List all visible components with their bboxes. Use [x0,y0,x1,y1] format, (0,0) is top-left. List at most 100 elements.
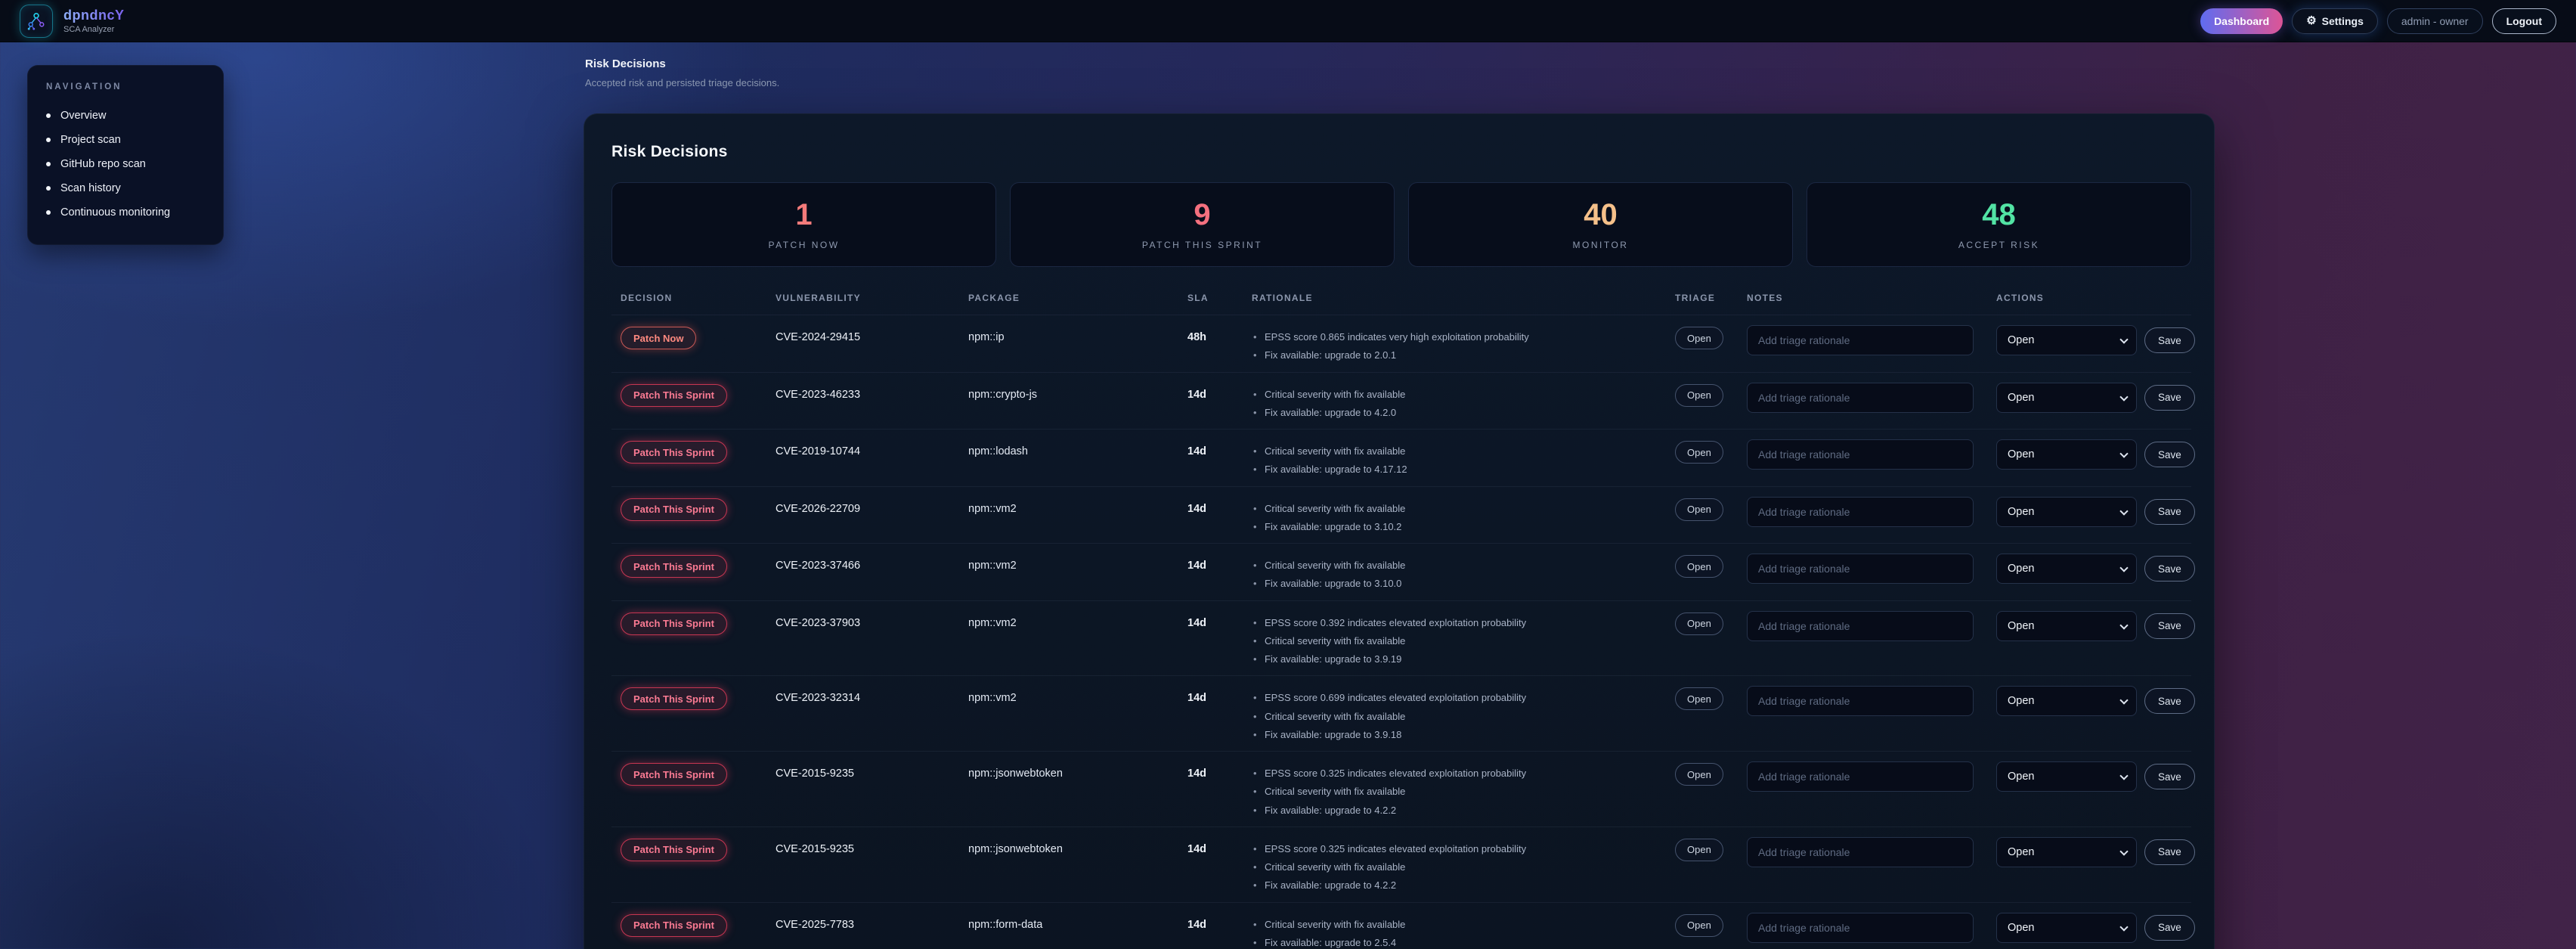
triage-cell: Open [1675,686,1747,710]
save-button[interactable]: Save [2144,499,2195,525]
status-select[interactable]: Open [1996,686,2137,716]
decision-cell: Patch Now [621,325,776,349]
vulnerability-id: CVE-2023-32314 [776,686,968,704]
status-select-wrap: Open [1996,439,2137,470]
decision-badge: Patch This Sprint [621,839,727,861]
sidebar-item-scan-history[interactable]: Scan history [46,176,205,200]
decision-badge: Patch This Sprint [621,763,727,786]
triage-rationale-input[interactable] [1747,611,1974,641]
triage-rationale-input[interactable] [1747,686,1974,716]
status-select[interactable]: Open [1996,439,2137,470]
rationale-item: Critical severity with fix available [1252,389,1675,401]
save-button[interactable]: Save [2144,688,2195,714]
save-button[interactable]: Save [2144,385,2195,411]
triage-rationale-input[interactable] [1747,554,1974,584]
save-button[interactable]: Save [2144,442,2195,467]
package-name: npm::vm2 [968,686,1187,704]
dependency-graph-icon-svg [24,9,48,33]
package-name: npm::vm2 [968,554,1187,572]
save-button[interactable]: Save [2144,556,2195,581]
rationale-item: EPSS score 0.325 indicates elevated expl… [1252,768,1675,780]
vulnerability-id: CVE-2023-46233 [776,383,968,401]
package-name: npm::ip [968,325,1187,343]
save-button[interactable]: Save [2144,915,2195,941]
decision-cell: Patch This Sprint [621,383,776,407]
triage-rationale-input[interactable] [1747,837,1974,867]
triage-rationale-input[interactable] [1747,439,1974,470]
dashboard-button[interactable]: Dashboard [2200,8,2283,34]
actions-cell: Open Save [1996,837,2195,867]
rationale-item: EPSS score 0.392 indicates elevated expl… [1252,617,1675,629]
status-select[interactable]: Open [1996,837,2137,867]
status-select-wrap: Open [1996,325,2137,355]
panel-title: Risk Decisions [611,143,2191,161]
status-select-wrap: Open [1996,761,2137,792]
status-select[interactable]: Open [1996,554,2137,584]
triage-status-badge: Open [1675,613,1723,635]
settings-button[interactable]: ⚙Settings [2292,8,2378,34]
logout-button[interactable]: Logout [2492,8,2556,34]
vulnerability-id: CVE-2023-37903 [776,611,968,629]
rationale-item: EPSS score 0.699 indicates elevated expl… [1252,692,1675,704]
triage-rationale-input[interactable] [1747,761,1974,792]
notes-cell [1747,686,1996,716]
bullet-icon [46,162,51,166]
rationale-item: Fix available: upgrade to 3.10.0 [1252,578,1675,590]
rationale-item: Critical severity with fix available [1252,711,1675,723]
status-select-wrap: Open [1996,497,2137,527]
risk-decisions-panel: Risk Decisions 1 PATCH NOW 9 PATCH THIS … [584,113,2215,949]
triage-cell: Open [1675,439,1747,464]
triage-rationale-input[interactable] [1747,913,1974,943]
sla-value: 14d [1187,554,1252,572]
triage-rationale-input[interactable] [1747,497,1974,527]
user-role-badge: admin - owner [2387,8,2483,34]
actions-cell: Open Save [1996,383,2195,413]
triage-status-badge: Open [1675,327,1723,349]
summary-card-label: ACCEPT RISK [1958,240,2039,250]
rationale-item: Critical severity with fix available [1252,786,1675,798]
sla-value: 14d [1187,383,1252,401]
summary-card: 40 MONITOR [1408,182,1793,267]
notes-cell [1747,611,1996,641]
table-row: Patch This Sprint CVE-2023-37466 npm::vm… [611,543,2191,600]
triage-rationale-input[interactable] [1747,383,1974,413]
brand-text: dpndncY SCA Analyzer [63,8,125,34]
actions-cell: Open Save [1996,686,2195,716]
column-header: DECISION [621,293,776,303]
status-select[interactable]: Open [1996,325,2137,355]
sidebar-item-overview[interactable]: Overview [46,104,205,128]
bullet-icon [46,186,51,191]
table-body: Patch Now CVE-2024-29415 npm::ip 48h EPS… [611,315,2191,949]
sidebar-item-continuous-monitoring[interactable]: Continuous monitoring [46,200,205,225]
column-header: TRIAGE [1675,293,1747,303]
decision-cell: Patch This Sprint [621,439,776,464]
summary-card-label: PATCH NOW [768,240,839,250]
status-select[interactable]: Open [1996,611,2137,641]
sidebar-item-label: GitHub repo scan [60,158,146,170]
vulnerability-id: CVE-2019-10744 [776,439,968,457]
save-button[interactable]: Save [2144,613,2195,639]
decision-badge: Patch This Sprint [621,498,727,521]
save-button[interactable]: Save [2144,327,2195,353]
sidebar-item-project-scan[interactable]: Project scan [46,128,205,152]
header-actions: Dashboard ⚙Settings admin - owner Logout [2200,8,2556,34]
notes-cell [1747,761,1996,792]
actions-cell: Open Save [1996,761,2195,792]
triage-status-badge: Open [1675,498,1723,521]
sidebar-item-github-repo-scan[interactable]: GitHub repo scan [46,152,205,176]
status-select[interactable]: Open [1996,761,2137,792]
triage-status-badge: Open [1675,441,1723,464]
vulnerability-id: CVE-2024-29415 [776,325,968,343]
save-button[interactable]: Save [2144,764,2195,789]
status-select[interactable]: Open [1996,913,2137,943]
status-select-wrap: Open [1996,383,2137,413]
status-select[interactable]: Open [1996,497,2137,527]
app-title: dpndncY [63,8,125,23]
save-button[interactable]: Save [2144,839,2195,865]
status-select[interactable]: Open [1996,383,2137,413]
triage-rationale-input[interactable] [1747,325,1974,355]
rationale-item: Fix available: upgrade to 3.10.2 [1252,521,1675,533]
navigation-title: NAVIGATION [46,82,205,91]
rationale-item: Critical severity with fix available [1252,919,1675,931]
sla-value: 14d [1187,761,1252,780]
